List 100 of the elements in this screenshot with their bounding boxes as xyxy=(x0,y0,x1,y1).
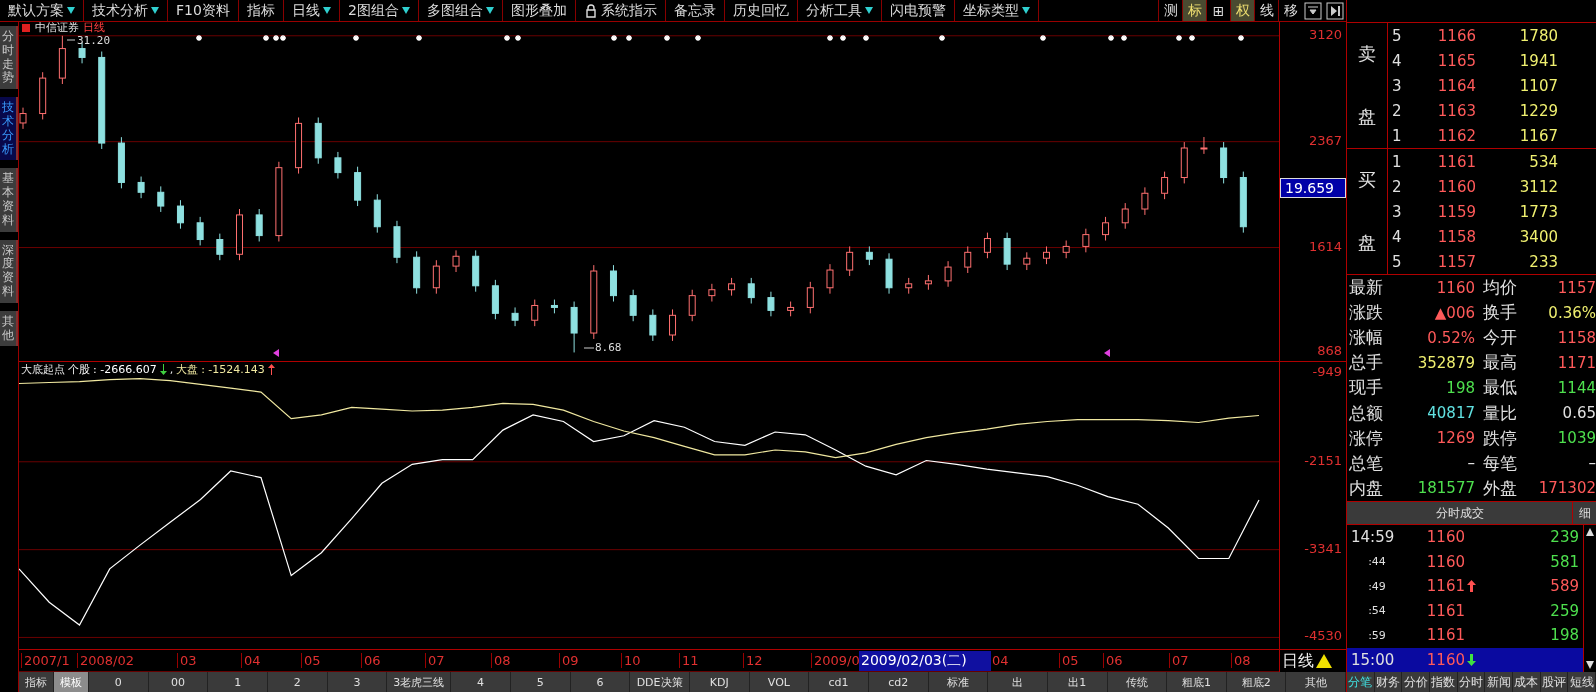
view-toggle-button[interactable]: 权 xyxy=(1230,0,1254,21)
order-volume: 1780 xyxy=(1518,26,1558,45)
trade-time: :54 xyxy=(1367,604,1387,618)
trade-time: :59 xyxy=(1367,628,1387,642)
candlestick xyxy=(19,107,27,130)
dropdown-triangle-icon xyxy=(322,7,331,14)
axis-label: 3120 xyxy=(1308,26,1342,42)
candlestick xyxy=(216,233,224,261)
scroll-down-icon[interactable] xyxy=(1585,660,1595,670)
order-price: 1165 xyxy=(1436,51,1476,70)
trade-row[interactable]: :59 1161 198 xyxy=(1347,623,1583,648)
panel-tab[interactable]: 短线 xyxy=(1568,672,1596,692)
order-volume: 3112 xyxy=(1518,177,1558,196)
warning-triangle-icon[interactable] xyxy=(1316,654,1332,668)
candlestick xyxy=(531,299,539,327)
panel-tab[interactable]: 财务 xyxy=(1374,672,1403,692)
stat-label: 涨跌 xyxy=(1349,301,1384,325)
date-label: 04 xyxy=(241,653,261,668)
stat-label: 现手 xyxy=(1349,376,1384,400)
candlestick xyxy=(708,283,716,303)
candlestick xyxy=(983,232,991,259)
candlestick xyxy=(806,281,814,314)
stat-value: – xyxy=(1466,454,1475,473)
trade-row[interactable]: :54 1161 259 xyxy=(1347,598,1583,623)
trade-volume: 589 xyxy=(1549,577,1580,596)
order-rank: 5 xyxy=(1391,26,1403,45)
trade-price: 1161 xyxy=(1425,601,1466,620)
date-label: 08 xyxy=(1231,653,1251,668)
order-price: 1161 xyxy=(1436,152,1476,171)
panel-tab[interactable]: 分笔 xyxy=(1347,672,1375,692)
candlestick xyxy=(688,289,696,322)
stat-value: 1160 xyxy=(1435,278,1475,297)
candlestick xyxy=(432,259,440,295)
stat-value: 0.36% xyxy=(1547,303,1596,322)
indicator-reading: : -1524.143 xyxy=(201,363,265,376)
date-label: 12 xyxy=(743,653,763,668)
candlestick xyxy=(1121,202,1129,230)
stat-label: 最高 xyxy=(1482,351,1518,375)
side-tab[interactable]: 技术分析 xyxy=(0,97,18,161)
candlestick xyxy=(1161,171,1169,200)
side-tab[interactable]: 深度资料 xyxy=(0,239,18,303)
order-price: 1162 xyxy=(1436,126,1476,145)
candlestick xyxy=(176,199,184,230)
order-price: 1164 xyxy=(1436,76,1476,95)
stat-label: 涨幅 xyxy=(1349,326,1384,350)
order-side-label: 盘 xyxy=(1358,230,1376,255)
candlestick xyxy=(157,185,165,213)
order-side-label: 买 xyxy=(1358,168,1376,193)
panel-tab[interactable]: 指数 xyxy=(1430,672,1458,692)
panel-tab[interactable]: 分价 xyxy=(1402,672,1430,692)
panel-tab[interactable]: 股评 xyxy=(1540,672,1569,692)
stat-value: 1157 xyxy=(1556,278,1596,297)
side-tab[interactable]: 分时走势 xyxy=(0,26,18,90)
stat-value: 352879 xyxy=(1416,353,1475,372)
axis-label: -2151 xyxy=(1304,452,1342,468)
axis-label: -3341 xyxy=(1304,540,1342,556)
order-rank: 1 xyxy=(1391,126,1403,145)
trades-title: 分时成交 xyxy=(1434,505,1485,522)
indicator-reading: : -2666.607 xyxy=(93,363,157,376)
panel-tab[interactable]: 新闻 xyxy=(1485,672,1514,692)
scroll-up-icon[interactable] xyxy=(1585,527,1595,537)
panel-tab[interactable]: 成本 xyxy=(1513,672,1541,692)
axis-label: 1614 xyxy=(1308,238,1342,254)
date-label: 2007/1 xyxy=(21,653,70,668)
candlestick xyxy=(669,308,677,342)
side-tab[interactable]: 基本资料 xyxy=(0,168,18,232)
candlestick xyxy=(255,208,263,242)
order-rank: 3 xyxy=(1391,202,1403,221)
order-volume: 233 xyxy=(1528,252,1558,271)
panel-tab[interactable]: 分时 xyxy=(1457,672,1486,692)
date-label: 11 xyxy=(679,653,699,668)
trade-row[interactable]: :49 1161 589 xyxy=(1347,574,1583,599)
order-rank: 5 xyxy=(1391,252,1403,271)
date-label: 10 xyxy=(621,653,641,668)
trade-row[interactable]: 14:59 1160 239 xyxy=(1347,525,1583,550)
date-label: 09 xyxy=(559,653,579,668)
view-toggle-button[interactable]: 标 xyxy=(1182,0,1206,21)
stat-value: 1039 xyxy=(1556,429,1596,448)
order-price: 1157 xyxy=(1436,252,1476,271)
trade-volume: 239 xyxy=(1549,528,1580,547)
stat-value: 1144 xyxy=(1556,379,1596,397)
candlestick xyxy=(865,245,873,266)
stat-label: 总笔 xyxy=(1349,451,1384,475)
date-label: 08 xyxy=(491,653,511,668)
trade-row[interactable]: 15:00 1160 xyxy=(1347,647,1583,672)
trade-row[interactable]: :44 1160 581 xyxy=(1347,549,1583,574)
restore-window-icon[interactable] xyxy=(1304,1,1322,20)
trade-price: 1161 xyxy=(1425,626,1466,645)
candlestick xyxy=(78,42,86,64)
order-rank: 4 xyxy=(1391,227,1403,246)
stat-value: 1269 xyxy=(1435,429,1475,448)
side-tab[interactable]: 其他 xyxy=(0,310,18,347)
candlestick xyxy=(649,308,657,342)
date-label: 07 xyxy=(425,653,445,668)
skip-end-icon[interactable] xyxy=(1326,1,1344,20)
order-volume: 1167 xyxy=(1518,126,1558,145)
trade-time: 15:00 xyxy=(1350,650,1396,669)
order-side-label: 卖 xyxy=(1358,42,1376,67)
high-price-label: 31.20 xyxy=(77,34,111,47)
stock-name: 中信证券 xyxy=(35,22,79,34)
